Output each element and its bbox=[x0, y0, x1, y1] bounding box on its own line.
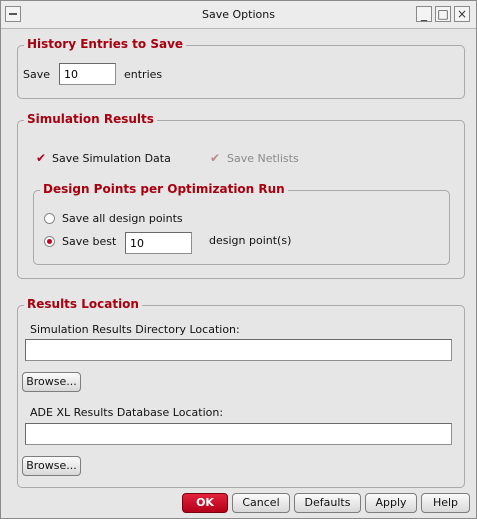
db-location-input[interactable] bbox=[25, 423, 452, 445]
save-best-label: Save best bbox=[62, 235, 117, 248]
ok-button[interactable]: OK bbox=[182, 493, 228, 513]
save-best-radio[interactable] bbox=[44, 236, 55, 247]
save-best-unit-label: design point(s) bbox=[209, 234, 292, 247]
history-entries-input[interactable] bbox=[59, 63, 116, 85]
history-unit-label: entries bbox=[124, 68, 163, 81]
save-netlists-checkbox[interactable]: ✔ bbox=[210, 152, 221, 164]
sim-dir-input[interactable] bbox=[25, 339, 452, 361]
simulation-section: Simulation Results ✔ Save Simulation Dat… bbox=[17, 112, 465, 279]
save-options-dialog: Save Options _ □ × History Entries to Sa… bbox=[0, 0, 477, 519]
defaults-button[interactable]: Defaults bbox=[294, 493, 361, 513]
history-section: History Entries to Save Save entries bbox=[17, 37, 465, 99]
maximize-icon[interactable]: □ bbox=[435, 6, 451, 22]
simulation-legend: Simulation Results bbox=[24, 112, 157, 126]
history-save-label: Save bbox=[23, 68, 51, 81]
minimize-icon[interactable]: _ bbox=[416, 6, 432, 22]
title-bar: Save Options _ □ × bbox=[1, 1, 476, 29]
results-location-section: Results Location Simulation Results Dire… bbox=[17, 297, 465, 488]
button-bar: OK Cancel Defaults Apply Help bbox=[1, 488, 476, 518]
cancel-button[interactable]: Cancel bbox=[232, 493, 290, 513]
save-all-design-points-label: Save all design points bbox=[62, 212, 183, 225]
save-all-design-points-radio[interactable] bbox=[44, 213, 55, 224]
browse-db-button[interactable]: Browse... bbox=[22, 456, 81, 476]
sim-dir-label: Simulation Results Directory Location: bbox=[30, 323, 240, 336]
db-location-label: ADE XL Results Database Location: bbox=[30, 406, 224, 419]
apply-button[interactable]: Apply bbox=[365, 493, 417, 513]
window-title: Save Options bbox=[202, 8, 275, 21]
save-netlists-label: Save Netlists bbox=[227, 152, 299, 165]
help-button[interactable]: Help bbox=[421, 493, 470, 513]
close-icon[interactable]: × bbox=[454, 6, 470, 22]
history-legend: History Entries to Save bbox=[24, 37, 187, 51]
browse-sim-dir-button[interactable]: Browse... bbox=[22, 372, 81, 392]
results-location-legend: Results Location bbox=[24, 297, 142, 311]
save-best-count-input[interactable] bbox=[125, 232, 192, 254]
save-simulation-data-label: Save Simulation Data bbox=[52, 152, 171, 165]
design-points-legend: Design Points per Optimization Run bbox=[40, 182, 288, 196]
design-points-section: Design Points per Optimization Run Save … bbox=[33, 182, 450, 265]
save-simulation-data-checkbox[interactable]: ✔ bbox=[36, 152, 47, 164]
